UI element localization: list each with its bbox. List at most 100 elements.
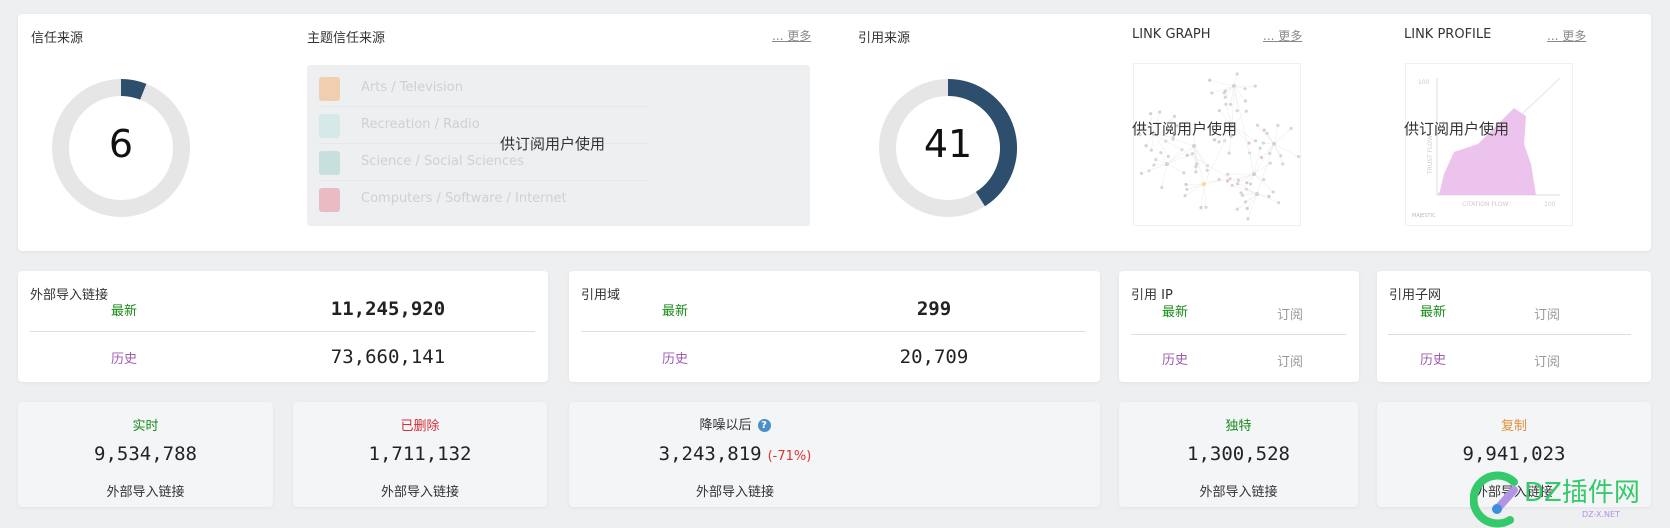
link-profile-more-link[interactable]: ... 更多: [1547, 27, 1586, 44]
link-graph-preview: [1133, 63, 1301, 226]
ref-domains-new-label: 最新: [662, 304, 689, 319]
graph-node: [1289, 126, 1293, 131]
backlinks-title: 外部导入链接: [30, 288, 109, 303]
graph-node: [1224, 102, 1228, 106]
graph-edge: [1209, 79, 1235, 87]
graph-edge: [1172, 138, 1195, 147]
ref-subnets-history-subscribe[interactable]: 订阅: [1534, 351, 1560, 370]
ref-ips-new-label: 最新: [1162, 305, 1189, 320]
graph-node: [1261, 141, 1266, 145]
topic-item: Arts / Television: [319, 71, 649, 107]
trust-flow-arc: [120, 79, 147, 100]
denoised-title-row: 降噪以后?: [569, 414, 901, 433]
deleted-value: 1,711,132: [368, 443, 472, 465]
graph-edge: [1200, 183, 1205, 208]
topical-list: Arts / Television Recreation / Radio Sci…: [307, 65, 810, 226]
graph-edge: [1203, 183, 1207, 208]
denoised-backlinks-card: 降噪以后? 3,243,819 (-71%) 外部导入链接: [569, 402, 1100, 507]
graph-edge: [1227, 173, 1255, 182]
topic-label: Recreation / Radio: [361, 117, 480, 132]
graph-node: [1243, 200, 1248, 204]
live-sub: 外部导入链接: [106, 485, 185, 500]
graph-node: [1217, 108, 1221, 113]
trust-flow-value: 6: [108, 122, 134, 166]
graph-node: [1149, 112, 1153, 116]
deleted-backlinks-card: 已删除 1,711,132 外部导入链接: [293, 402, 547, 507]
graph-node: [1227, 151, 1231, 155]
graph-node: [1235, 72, 1239, 76]
graph-node: [1195, 162, 1199, 166]
link-graph-overlay: 供订阅用户使用: [1132, 120, 1238, 138]
watermark: DZ插件网 DZ-X.NET: [1470, 470, 1670, 528]
topical-trust-flow-title: 主题信任来源: [307, 31, 386, 46]
deleted-sub: 外部导入链接: [380, 485, 459, 500]
unique-backlinks-card: 独特 1,300,528 外部导入链接: [1119, 402, 1358, 507]
duplicate-title: 复制: [1500, 419, 1527, 434]
graph-node: [1262, 177, 1266, 182]
denoised-title: 降噪以后: [699, 418, 752, 433]
graph-edge: [1253, 143, 1275, 175]
ref-subnets-history-label: 历史: [1420, 353, 1447, 368]
graph-node: [1243, 99, 1248, 103]
graph-node: [1139, 171, 1144, 175]
graph-node: [1154, 157, 1158, 162]
backlinks-card: 外部导入链接 最新 11,245,920 历史 73,660,141: [18, 271, 548, 382]
divider: [1131, 334, 1346, 335]
graph-node: [1208, 78, 1212, 82]
graph-node: [1152, 163, 1156, 167]
help-icon[interactable]: ?: [757, 419, 771, 432]
graph-node: [1158, 110, 1162, 114]
graph-node: [1204, 205, 1208, 209]
graph-node: [1159, 151, 1163, 155]
link-profile-preview: 100 100 CITATION FLOW TRUST FLOW MAJESTI…: [1405, 63, 1573, 226]
graph-node: [1267, 194, 1271, 199]
graph-node: [1246, 217, 1250, 221]
graph-node: [1194, 165, 1198, 169]
watermark-text: DZ插件网: [1524, 478, 1640, 508]
live-title: 实时: [132, 419, 159, 434]
graph-node: [1225, 179, 1230, 183]
unique-title: 独特: [1225, 419, 1252, 434]
graph-node: [1296, 154, 1300, 159]
graph-node: [1210, 91, 1214, 95]
ref-domains-history-label: 历史: [662, 352, 689, 367]
link-graph-more-link[interactable]: ... 更多: [1263, 27, 1302, 44]
graph-node: [1247, 141, 1251, 145]
graph-node: [1223, 95, 1227, 99]
graph-node: [1281, 162, 1285, 166]
ref-ips-history-subscribe[interactable]: 订阅: [1277, 351, 1303, 370]
graph-node: [1243, 87, 1247, 91]
ref-ips-history-label: 历史: [1162, 353, 1189, 368]
graph-node: [1259, 155, 1264, 160]
graph-node: [1265, 131, 1269, 135]
graph-node: [1217, 140, 1221, 144]
ref-subnets-new-subscribe[interactable]: 订阅: [1534, 304, 1560, 323]
graph-node: [1253, 84, 1257, 88]
ref-ips-new-subscribe[interactable]: 订阅: [1277, 304, 1303, 323]
link-profile-scatter: 100 100 CITATION FLOW TRUST FLOW MAJESTI…: [1412, 77, 1561, 219]
backlinks-history-label: 历史: [111, 352, 138, 367]
deleted-title: 已删除: [400, 419, 440, 434]
subscriber-only-overlay: 供订阅用户使用: [500, 135, 606, 153]
ref-domains-title: 引用域: [581, 288, 621, 303]
graph-node: [1183, 194, 1187, 198]
citation-flow-value: 41: [923, 122, 973, 166]
graph-node: [1184, 182, 1188, 187]
link-profile-title: LINK PROFILE: [1404, 27, 1492, 42]
graph-node: [1258, 146, 1262, 150]
ref-domains-new-value: 299: [916, 298, 952, 320]
unique-value: 1,300,528: [1187, 443, 1290, 465]
topic-label: Computers / Software / Internet: [361, 191, 567, 206]
link-graph-network: [1138, 72, 1300, 221]
link-graph-title: LINK GRAPH: [1132, 27, 1211, 42]
graph-node: [1245, 181, 1249, 185]
denoised-value-row: 3,243,819 (-71%): [569, 443, 901, 465]
topical-more-link[interactable]: ... 更多: [772, 27, 811, 44]
graph-node: [1194, 170, 1198, 174]
graph-edge: [1253, 148, 1261, 175]
graph-node: [1160, 185, 1164, 190]
graph-node: [1166, 154, 1170, 158]
topic-swatch: [319, 188, 340, 212]
graph-node: [1199, 206, 1203, 210]
graph-node: [1205, 168, 1209, 172]
